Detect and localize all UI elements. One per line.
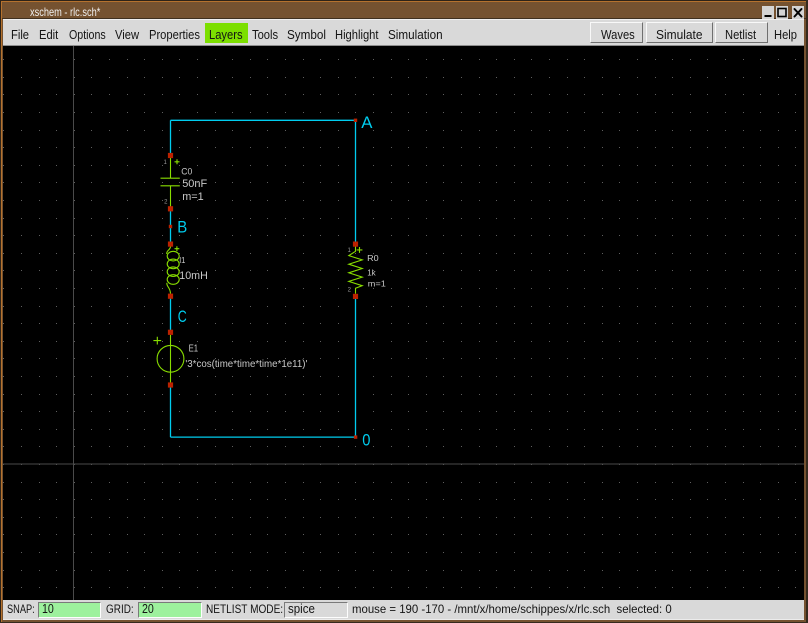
- svg-text:50nF: 50nF: [182, 178, 207, 190]
- svg-text:0: 0: [362, 431, 370, 449]
- svg-text:C: C: [178, 308, 187, 326]
- svg-text:m=1: m=1: [368, 278, 386, 288]
- svg-text:'3*cos(time*time*time*1e11)': '3*cos(time*time*time*1e11)': [185, 359, 307, 370]
- svg-text:B: B: [177, 219, 187, 237]
- svg-text:2: 2: [164, 200, 168, 206]
- svg-text:l1: l1: [179, 256, 186, 265]
- svg-text:2: 2: [348, 288, 352, 294]
- svg-text:A: A: [361, 114, 372, 132]
- svg-text:m=1: m=1: [182, 191, 204, 203]
- svg-text:C0: C0: [181, 166, 192, 177]
- svg-text:R0: R0: [367, 253, 379, 263]
- svg-text:1: 1: [163, 160, 167, 166]
- svg-text:1k: 1k: [367, 267, 376, 277]
- svg-text:E1: E1: [189, 344, 199, 355]
- svg-text:10mH: 10mH: [179, 270, 208, 282]
- svg-text:1: 1: [347, 248, 351, 254]
